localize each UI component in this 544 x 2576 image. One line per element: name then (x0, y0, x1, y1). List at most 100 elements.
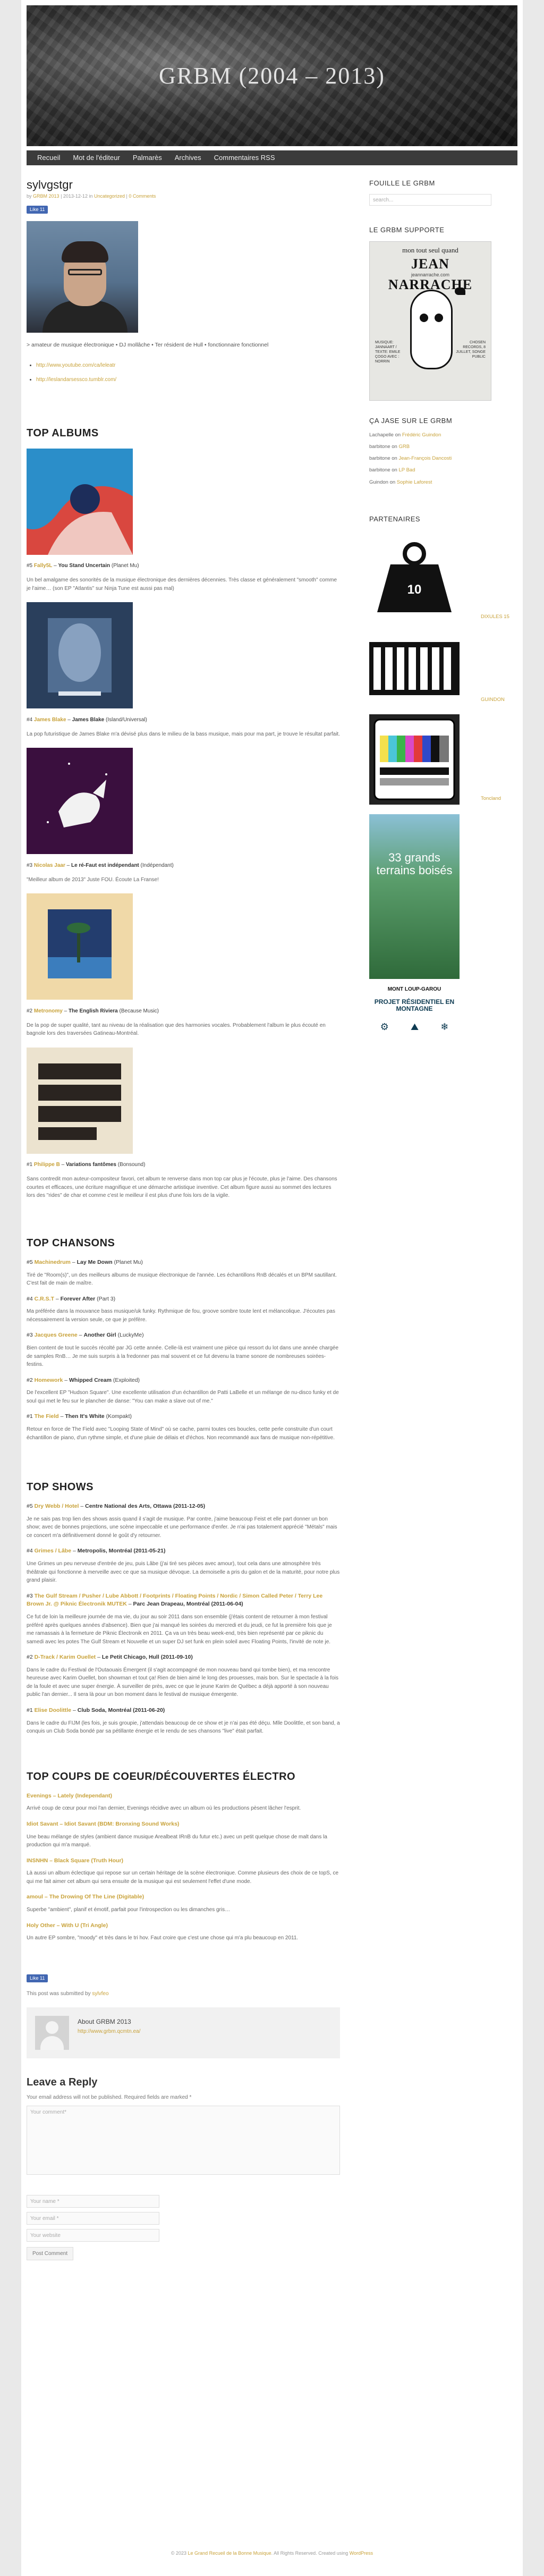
website-field[interactable]: Your website (27, 2229, 159, 2242)
album-caption: #5 Fally5L – You Stand Uncertain (Planet… (27, 563, 139, 569)
partner-link[interactable]: GUINDON (481, 696, 505, 704)
name-field[interactable]: Your name * (27, 2195, 159, 2208)
entry-artist-link[interactable]: Dry Webb / Hotel (35, 1503, 79, 1509)
album-cover-metronomy[interactable] (27, 893, 133, 1000)
nav-rss[interactable]: Commentaires RSS (208, 153, 282, 163)
partner-weight[interactable]: 10 DIXULES 15 (369, 533, 518, 623)
album-cover-nicolas-jaar[interactable] (27, 748, 133, 855)
mask-eye-icon (435, 314, 443, 322)
album-desc: La pop futuristique de James Blake m'a d… (27, 731, 340, 737)
facebook-like-button[interactable]: Like 11 (27, 1974, 48, 1983)
meta-comments-link[interactable]: 0 Comments (129, 193, 156, 199)
email-field[interactable]: Your email * (27, 2212, 159, 2225)
album-caption: #3 Nicolas Jaar – Le ré-Faut est indépen… (27, 862, 174, 868)
album-rank: #1 (27, 1162, 33, 1168)
post-comment-button[interactable]: Post Comment (27, 2247, 74, 2261)
nav-archives[interactable]: Archives (168, 153, 208, 163)
post-intro: > amateur de musique électronique • DJ m… (27, 342, 269, 348)
partner-link[interactable]: Toncland (481, 795, 501, 803)
header-banner[interactable]: GRBM (2004 – 2013) (27, 5, 517, 146)
entry-desc: De l'excellent EP "Hudson Square". Une e… (27, 1390, 339, 1404)
entry-artist-link[interactable]: D-Track / Karim Ouellet (35, 1654, 96, 1660)
album-label: (Bonsound) (117, 1162, 146, 1168)
meta-author-link[interactable]: GRBM 2013 (33, 193, 60, 199)
coup-title-link[interactable]: amoul – The Drowing Of The Line (Digitab… (27, 1894, 144, 1900)
footer-site-link[interactable]: Le Grand Recueil de la Bonne Musique (188, 2550, 271, 2556)
footer-credit-link[interactable]: WordPress (350, 2550, 373, 2556)
post-title: sylvgstgr (27, 178, 73, 191)
mont-loup-garou-ad[interactable]: 33 grands terrains boisés MONT LOUP-GARO… (369, 814, 460, 1065)
album-artist[interactable]: James Blake (34, 717, 66, 723)
coup-title-link[interactable]: INSNHN – Black Square (Truth Hour) (27, 1857, 123, 1864)
album-rank: #3 (27, 862, 33, 868)
jean-narrache-poster[interactable]: mon tout seul quand JEAN NARRACHE jeanna… (369, 241, 491, 401)
entry-rank: #5 (27, 1503, 33, 1509)
partner-guindon[interactable]: GUINDON (369, 631, 518, 706)
meta-in: in (89, 193, 93, 199)
entry-desc: Je ne sais pas trop lien des shows assis… (27, 1516, 337, 1539)
album-cover-philippe-b[interactable] (27, 1047, 133, 1154)
coup-title-link[interactable]: Evenings – Lately (Independant) (27, 1793, 112, 1799)
nav-recueil[interactable]: Recueil (31, 153, 66, 163)
author-box-url[interactable]: http://www.grbm.qcmtn.ea/ (78, 2028, 140, 2036)
album-cover-james-blake[interactable] (27, 602, 133, 709)
meta-category-link[interactable]: Uncategorized (94, 193, 125, 199)
entry-artist-link[interactable]: Jacques Greene (35, 1332, 78, 1338)
post-links: http://www.youtube.com/ca/leleatr http:/… (27, 361, 340, 384)
nav-mot-editeur[interactable]: Mot de l'éditeur (66, 153, 126, 163)
album-artist[interactable]: Metronomy (34, 1008, 63, 1014)
list-item: Holy Other – With U (Tri Angle) Un autre … (27, 1922, 340, 1942)
entry-artist-link[interactable]: Homework (35, 1377, 63, 1383)
site-title[interactable]: GRBM (2004 – 2013) (159, 58, 385, 94)
album-artist[interactable]: Philippe B (34, 1162, 60, 1168)
author-box-title[interactable]: About GRBM 2013 (78, 2017, 131, 2026)
search-input[interactable]: search... (369, 193, 491, 206)
comment-post-link[interactable]: Frédéric Guindon (402, 432, 441, 438)
entry-label: (Planet Mu) (114, 1259, 143, 1265)
avatar (35, 2016, 69, 2050)
comment-post-link[interactable]: LP Bad (398, 467, 415, 473)
entry-song: Another Girl (83, 1332, 116, 1339)
comment-post-link[interactable]: Jean-François Dancosti (398, 455, 452, 461)
list-item: Guindon on Sophie Laforest (369, 479, 518, 486)
album-item: #4 James Blake – James Blake (Island/Uni… (27, 593, 340, 738)
submitted-author-link[interactable]: sylvfeo (92, 1991, 108, 1997)
album-desc: Sans contredit mon auteur-compositeur fa… (27, 1176, 337, 1199)
svg-text:10: 10 (407, 582, 422, 597)
entry-song: Forever After (60, 1295, 96, 1302)
entry-title: #4 C.R.S.T – Forever After (Part 3) (27, 1295, 116, 1302)
entry-artist-link[interactable]: Machinedrum (35, 1259, 71, 1265)
entry-title: #5 Machinedrum – Lay Me Down (Planet Mu) (27, 1259, 143, 1265)
album-artist[interactable]: Nicolas Jaar (34, 863, 65, 868)
comments-heading: ÇA JASE SUR LE GRBM (369, 417, 453, 425)
album-artist[interactable]: Fally5L (34, 563, 52, 569)
entry-rank: #1 (27, 1413, 33, 1420)
list-item: barbitone on GRB (369, 443, 518, 451)
poster-right-text: CHOSEN RECORDS, 8 JUILLET, SONGE PUBLIC (456, 341, 486, 359)
comment-post-link[interactable]: GRB (398, 444, 410, 450)
youtube-link[interactable]: http://www.youtube.com/ca/leleatr (36, 362, 116, 368)
comment-author: Guindon (369, 479, 388, 485)
ad-tag: PROJET RÉSIDENTIEL EN MONTAGNE (374, 998, 455, 1013)
weight-logo-icon: 10 (369, 533, 460, 623)
entry-desc: Arrivé coup de cœur pour moi l'an dernie… (27, 1805, 301, 1812)
coup-title-link[interactable]: Idiot Savant – Idiot Savant (BDM: Bronxi… (27, 1821, 179, 1827)
album-cover-fally[interactable] (27, 448, 133, 555)
tumblr-link[interactable]: http://leslandarsessco.tumblr.com/ (36, 377, 116, 383)
comment-post-link[interactable]: Sophie Laforest (397, 479, 432, 485)
entry-artist-link[interactable]: C.R.S.T (35, 1296, 54, 1302)
top-chansons-heading: TOP CHANSONS (27, 1237, 115, 1249)
comment-textarea[interactable]: Your comment* (27, 2106, 340, 2175)
facebook-like-button[interactable]: Like 11 (27, 205, 48, 214)
list-item: Lachapelle on Frédéric Guindon (369, 432, 518, 439)
comment-on: on (395, 432, 401, 438)
comment-on: on (392, 467, 397, 474)
coup-title-link[interactable]: Holy Other – With U (Tri Angle) (27, 1922, 108, 1929)
entry-artist-link[interactable]: Grimes / Lâbe (35, 1548, 71, 1554)
entry-artist-link[interactable]: The Field (35, 1413, 59, 1420)
meta-by: by (27, 193, 32, 199)
nav-palmares[interactable]: Palmarès (126, 153, 168, 163)
entry-artist-link[interactable]: Elise Doolittle (35, 1707, 71, 1713)
partner-testcard[interactable]: Toncland (369, 714, 518, 805)
partner-link[interactable]: DIXULES 15 (481, 613, 509, 621)
